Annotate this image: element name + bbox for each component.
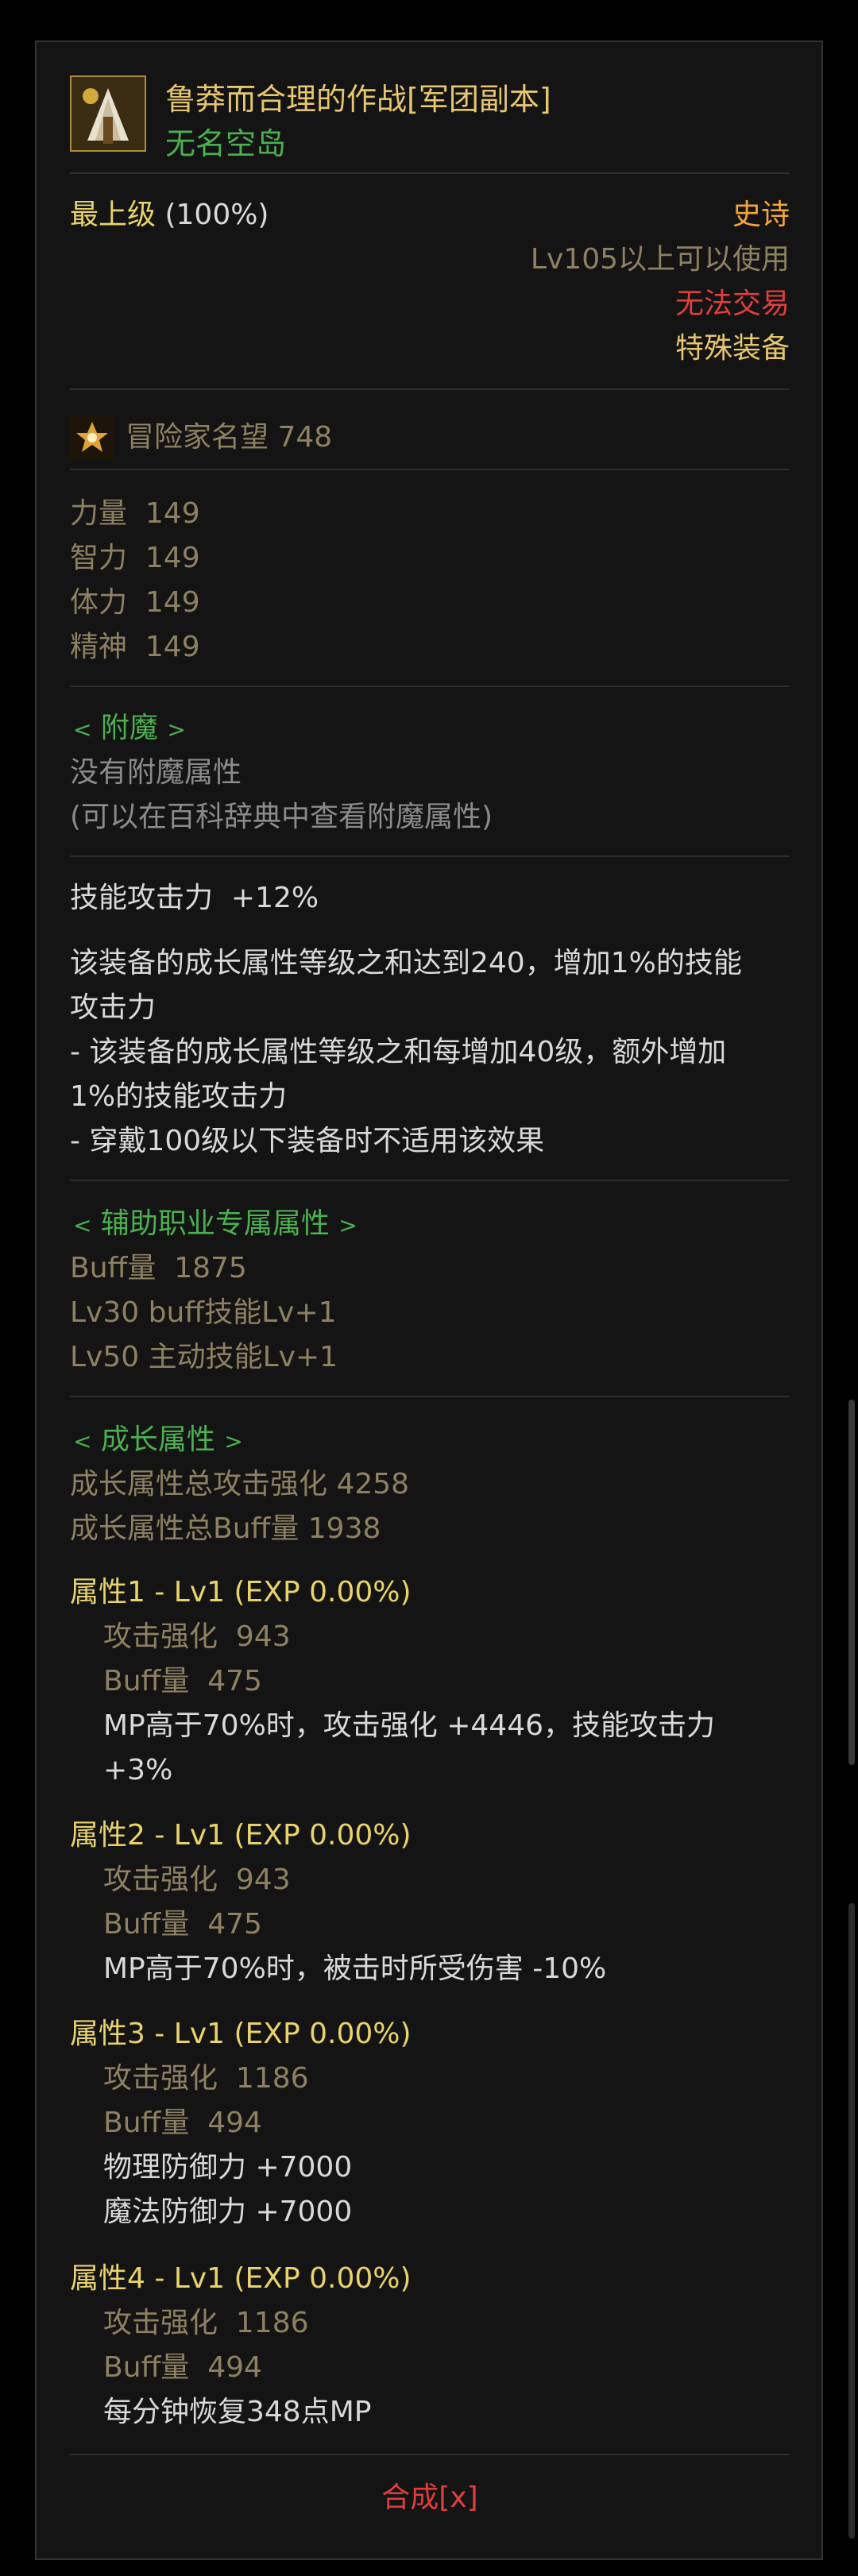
attr-buff-value: 494	[207, 2107, 262, 2139]
support-header-label: 辅助职业专属属性	[100, 1207, 330, 1240]
rarity: 史诗	[732, 199, 790, 231]
attr-attack-label: 攻击强化	[103, 1863, 218, 1896]
fame: 冒险家名望 748	[126, 415, 332, 460]
stat-spirit: 精神 149	[70, 625, 200, 670]
divider	[70, 388, 790, 390]
stat-strength: 力量 149	[70, 492, 200, 536]
enchant-header-label: 附魔	[100, 712, 158, 744]
item-source: 无名空岛	[165, 126, 287, 161]
attr-buff-label: Buff量	[103, 2107, 190, 2139]
grade-label: 最上级	[70, 199, 157, 231]
stat-name: 力量	[70, 497, 128, 530]
support-line-1: Lv30 buff技能Lv+1	[70, 1296, 337, 1329]
attr-4-buff: Buff量 494	[103, 2346, 262, 2390]
attr-2-attack: 攻击强化 943	[103, 1858, 291, 1902]
growth-header-label: 成长属性	[100, 1423, 215, 1456]
divider	[70, 1180, 790, 1181]
stat-name: 体力	[70, 586, 128, 619]
skill-attack-desc-3: - 该装备的成长属性等级之和每增加40级，额外增加	[70, 1036, 727, 1068]
stat-vitality: 体力 149	[70, 581, 200, 625]
skill-attack-desc-5: - 穿戴100级以下装备时不适用该效果	[70, 1125, 545, 1157]
attr-attack-value: 1186	[235, 2307, 309, 2339]
skill-attack: 技能攻击力 +12%	[70, 876, 319, 921]
attr-buff-label: Buff量	[103, 1665, 190, 1697]
support-buff-value: 1875	[174, 1252, 247, 1284]
item-icon	[70, 75, 146, 152]
attr-attack-value: 1186	[235, 2062, 309, 2095]
stat-value: 149	[145, 542, 200, 574]
fame-icon	[70, 415, 114, 460]
attr-1-effect-1: MP高于70%时，攻击强化 +4446，技能攻击力	[103, 1709, 716, 1742]
attr-2-effect-1: MP高于70%时，被击时所受伤害 -10%	[103, 1952, 607, 1985]
attr-attack-label: 攻击强化	[103, 2062, 218, 2095]
attr-attack-value: 943	[235, 1620, 291, 1653]
grade: 最上级 (100%)	[70, 193, 269, 238]
attr-3-attack: 攻击强化 1186	[103, 2057, 309, 2101]
divider	[70, 2454, 790, 2455]
divider	[70, 172, 790, 174]
attr-2-buff: Buff量 475	[103, 1902, 262, 1947]
divider	[70, 469, 790, 470]
attr-attack-label: 攻击强化	[103, 1620, 218, 1653]
attr-buff-value: 475	[207, 1908, 262, 1941]
scrollbar-thumb[interactable]	[848, 1400, 855, 1765]
attr-2-title: 属性2 - Lv1 (EXP 0.00%)	[70, 1819, 412, 1852]
divider	[70, 855, 790, 857]
stat-intelligence: 智力 149	[70, 536, 200, 581]
attr-buff-value: 494	[207, 2351, 262, 2384]
growth-total-attack: 成长属性总攻击强化 4258	[70, 1468, 410, 1500]
stat-value: 149	[145, 497, 200, 530]
attr-buff-label: Buff量	[103, 1908, 190, 1941]
attr-3-effect-1: 物理防御力 +7000	[103, 2151, 353, 2184]
support-buff-label: Buff量	[70, 1252, 157, 1284]
attr-attack-value: 943	[235, 1863, 291, 1896]
growth-total-buff: 成长属性总Buff量 1938	[70, 1512, 381, 1545]
attr-1-effect-2: +3%	[103, 1754, 173, 1786]
item-type: 特殊装备	[674, 332, 790, 365]
stat-name: 智力	[70, 542, 128, 574]
attr-4-attack: 攻击强化 1186	[103, 2301, 309, 2346]
attr-1-attack: 攻击强化 943	[103, 1615, 291, 1659]
attr-1-buff: Buff量 475	[103, 1659, 262, 1704]
enchant-none: 没有附魔属性	[70, 756, 242, 789]
item-name: 鲁莽而合理的作战[军团副本]	[165, 82, 551, 117]
attr-attack-label: 攻击强化	[103, 2307, 218, 2339]
divider	[70, 1396, 790, 1397]
stat-value: 149	[145, 631, 200, 663]
skill-attack-label: 技能攻击力	[70, 882, 214, 914]
divider	[70, 686, 790, 687]
attr-buff-value: 475	[207, 1665, 262, 1697]
synthesize-button[interactable]: 合成[x]	[70, 2476, 790, 2520]
fame-value: 748	[277, 421, 333, 454]
item-tooltip: 鲁莽而合理的作战[军团副本] 无名空岛 最上级 (100%) 史诗 Lv105以…	[35, 41, 823, 2560]
fame-label: 冒险家名望	[126, 421, 269, 454]
growth-header: < 成长属性 >	[73, 1423, 243, 1456]
attr-3-effect-2: 魔法防御力 +7000	[103, 2196, 353, 2228]
attr-4-title: 属性4 - Lv1 (EXP 0.00%)	[70, 2262, 412, 2295]
scrollbar-track[interactable]	[848, 1903, 855, 2539]
stat-name: 精神	[70, 631, 128, 663]
support-buff: Buff量 1875	[70, 1246, 247, 1291]
skill-attack-desc-2: 攻击力	[70, 991, 157, 1024]
attr-1-title: 属性1 - Lv1 (EXP 0.00%)	[70, 1576, 412, 1609]
skill-attack-desc-1: 该装备的成长属性等级之和达到240，增加1%的技能	[70, 947, 742, 979]
attr-buff-label: Buff量	[103, 2351, 190, 2384]
stat-value: 149	[145, 586, 200, 619]
level-requirement: Lv105以上可以使用	[530, 243, 790, 276]
skill-attack-value: +12%	[230, 882, 319, 914]
trade-status: 无法交易	[674, 288, 790, 320]
skill-attack-desc-4: 1%的技能攻击力	[70, 1080, 288, 1113]
enchant-hint: (可以在百科辞典中查看附魔属性)	[70, 801, 493, 833]
enchant-header: < 附魔 >	[73, 712, 186, 744]
attr-3-buff: Buff量 494	[103, 2101, 262, 2145]
grade-value: (100%)	[164, 199, 269, 231]
attr-3-title: 属性3 - Lv1 (EXP 0.00%)	[70, 2018, 412, 2050]
support-header: < 辅助职业专属属性 >	[73, 1207, 358, 1240]
support-line-2: Lv50 主动技能Lv+1	[70, 1341, 338, 1373]
attr-4-effect-1: 每分钟恢复348点MP	[103, 2396, 372, 2428]
